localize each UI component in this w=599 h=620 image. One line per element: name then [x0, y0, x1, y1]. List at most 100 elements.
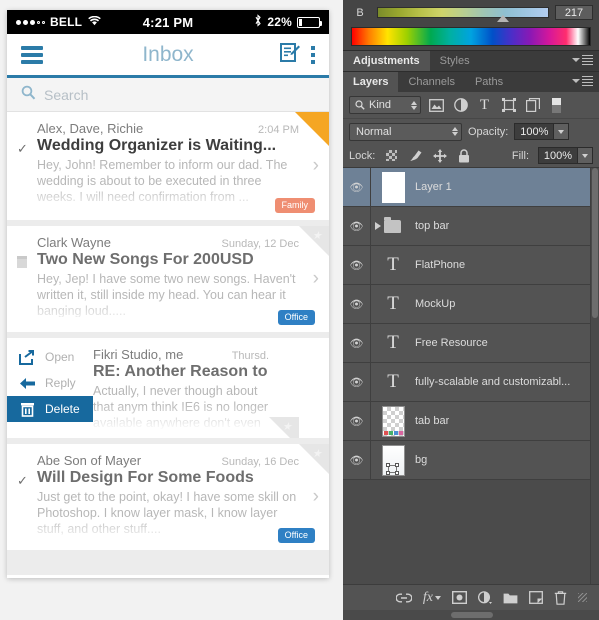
email-list-item[interactable]: ★ Clark Wayne Sunday, 12 Dec Two New Son…	[7, 226, 329, 332]
shape-layer-filter-icon[interactable]	[500, 97, 517, 114]
layer-name[interactable]: tab bar	[415, 415, 449, 427]
brightness-slider-row[interactable]: B 217	[349, 3, 593, 22]
blend-mode-select[interactable]: Normal	[349, 122, 462, 141]
opacity-field[interactable]: 100%	[514, 123, 570, 140]
email-tag-badge: Office	[277, 310, 315, 325]
layer-style-fx-icon[interactable]: fx	[423, 590, 441, 606]
chevron-right-icon[interactable]: ›	[313, 486, 319, 508]
layer-filter-row: Kind T	[343, 92, 599, 119]
lock-label: Lock:	[349, 149, 376, 162]
swipe-reply-button[interactable]: Reply	[7, 370, 93, 396]
fill-field[interactable]: 100%	[538, 147, 593, 164]
layer-row[interactable]: 👁 T Free Resource	[343, 324, 599, 363]
layer-visibility-toggle[interactable]: 👁	[343, 363, 371, 401]
layer-visibility-toggle[interactable]: 👁	[343, 402, 371, 440]
email-sender: Alex, Dave, Richie	[37, 121, 144, 136]
fill-dropdown-icon[interactable]	[577, 148, 592, 163]
layer-visibility-toggle[interactable]: 👁	[343, 324, 371, 362]
layer-row[interactable]: 👁 T FlatPhone	[343, 246, 599, 285]
link-layers-icon[interactable]	[395, 593, 412, 603]
layer-thumbnail	[381, 171, 405, 203]
unstarred-corner-ribbon[interactable]: ★	[299, 444, 329, 474]
smart-object-filter-icon[interactable]	[524, 97, 541, 114]
layer-row[interactable]: 👁 T MockUp	[343, 285, 599, 324]
swipe-open-label: Open	[45, 350, 75, 364]
stepper-icon[interactable]	[411, 100, 417, 110]
unstarred-corner-ribbon[interactable]: ★	[269, 417, 299, 438]
adjustment-layer-filter-icon[interactable]	[452, 97, 469, 114]
delete-layer-icon[interactable]	[554, 590, 567, 605]
email-list-item[interactable]: ✓ ★ Abe Son of Mayer Sunday, 16 Dec Will…	[7, 444, 329, 550]
color-spectrum-strip[interactable]	[351, 27, 591, 46]
tab-adjustments[interactable]: Adjustments	[343, 50, 430, 72]
lock-position-icon[interactable]	[432, 148, 447, 163]
layer-visibility-toggle[interactable]: 👁	[343, 168, 371, 206]
layer-name[interactable]: FlatPhone	[415, 259, 465, 271]
layers-bottom-toolbar: fx	[343, 584, 599, 610]
layer-name[interactable]: Free Resource	[415, 337, 488, 349]
layer-mask-icon[interactable]	[452, 591, 467, 604]
layer-visibility-toggle[interactable]: 👁	[343, 441, 371, 479]
layers-vertical-scrollbar[interactable]	[590, 168, 599, 584]
lock-transparency-icon[interactable]	[384, 148, 399, 163]
kebab-menu-icon[interactable]	[311, 45, 315, 64]
tab-styles[interactable]: Styles	[430, 51, 480, 72]
layer-name[interactable]: Layer 1	[415, 181, 452, 193]
filter-kind-select[interactable]: Kind	[349, 96, 421, 114]
email-tag-badge: Office	[277, 528, 315, 543]
layer-visibility-toggle[interactable]: 👁	[343, 207, 371, 245]
layer-row[interactable]: 👁 T fully-scalable and customizabl...	[343, 363, 599, 402]
type-layer-icon: T	[387, 371, 399, 392]
pixel-layer-filter-icon[interactable]	[428, 97, 445, 114]
chevron-right-icon[interactable]: ›	[313, 268, 319, 290]
fill-value[interactable]: 100%	[539, 150, 577, 162]
email-list-item[interactable]: ✓ ★ Alex, Dave, Richie 2:04 PM Wedding O…	[7, 112, 329, 220]
email-list-item[interactable]: Open Reply Delete ★ Fikri Studio, me Thu…	[7, 338, 329, 438]
horizontal-scrollbar[interactable]	[343, 610, 599, 620]
blend-mode-row: Normal Opacity: 100%	[343, 119, 599, 144]
swipe-delete-button[interactable]: Delete	[7, 396, 93, 422]
compose-icon[interactable]	[280, 42, 301, 68]
new-layer-icon[interactable]	[529, 591, 543, 604]
lock-image-icon[interactable]	[408, 148, 423, 163]
panel-resize-grip[interactable]	[578, 593, 587, 602]
lock-all-icon[interactable]	[456, 148, 471, 163]
tab-layers[interactable]: Layers	[343, 71, 399, 93]
layer-thumbnail-cell: T	[371, 293, 415, 315]
opacity-dropdown-icon[interactable]	[553, 124, 569, 139]
layer-name[interactable]: top bar	[415, 220, 449, 232]
blend-mode-label: Normal	[356, 125, 392, 138]
swipe-open-button[interactable]: Open	[7, 344, 93, 370]
brightness-slider-track[interactable]	[377, 7, 549, 22]
folder-icon	[384, 216, 401, 233]
search-bar[interactable]: Search	[7, 78, 329, 112]
email-list[interactable]: ✓ ★ Alex, Dave, Richie 2:04 PM Wedding O…	[7, 112, 329, 575]
layer-row[interactable]: 👁 tab bar	[343, 402, 599, 441]
filter-toggle-icon[interactable]	[548, 97, 565, 114]
type-layer-filter-icon[interactable]: T	[476, 97, 493, 114]
layer-group-cell[interactable]	[371, 216, 415, 233]
tab-paths[interactable]: Paths	[465, 72, 513, 93]
unstarred-corner-ribbon[interactable]: ★	[299, 226, 329, 256]
layer-name[interactable]: fully-scalable and customizabl...	[415, 376, 570, 388]
slider-thumb-icon	[497, 15, 509, 22]
layers-list[interactable]: 👁 Layer 1 👁 top bar 👁 T FlatPhone 👁 T Mo…	[343, 168, 599, 584]
layer-row[interactable]: 👁 top bar	[343, 207, 599, 246]
channel-value-field[interactable]: 217	[555, 5, 593, 20]
layer-name[interactable]: MockUp	[415, 298, 455, 310]
new-group-icon[interactable]	[503, 592, 518, 604]
adjustment-layer-icon[interactable]	[478, 591, 492, 604]
layer-row[interactable]: 👁 bg	[343, 441, 599, 480]
hamburger-menu-icon[interactable]	[21, 45, 43, 64]
stepper-icon[interactable]	[452, 127, 458, 136]
layer-name[interactable]: bg	[415, 454, 427, 466]
eye-icon: 👁	[349, 181, 364, 194]
panel-menu-icon[interactable]	[572, 76, 593, 86]
tab-channels[interactable]: Channels	[398, 72, 464, 93]
layer-row[interactable]: 👁 Layer 1	[343, 168, 599, 207]
search-input[interactable]: Search	[44, 87, 88, 103]
opacity-value[interactable]: 100%	[515, 126, 553, 138]
layer-visibility-toggle[interactable]: 👁	[343, 246, 371, 284]
layer-visibility-toggle[interactable]: 👁	[343, 285, 371, 323]
panel-menu-icon[interactable]	[572, 55, 593, 65]
